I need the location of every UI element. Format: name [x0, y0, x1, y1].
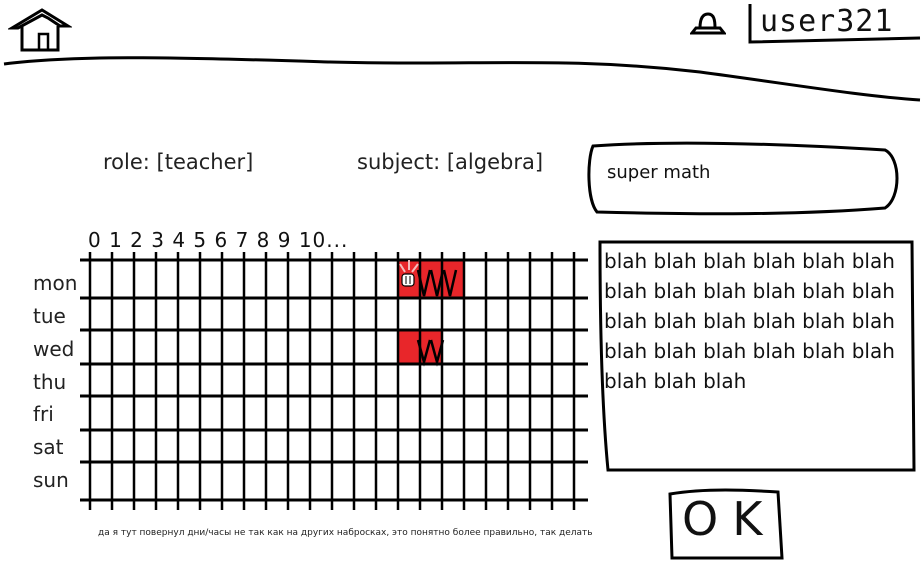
ok-button[interactable]: OK	[666, 486, 784, 562]
day-label-thu: thu	[33, 370, 67, 394]
title-input[interactable]	[605, 158, 879, 186]
ok-label: OK	[682, 492, 777, 546]
header-divider	[3, 56, 921, 102]
day-label-sun: sun	[33, 468, 69, 492]
user-icon	[690, 6, 726, 36]
day-label-fri: fri	[33, 402, 54, 426]
day-label-sat: sat	[33, 435, 64, 459]
role-label[interactable]: role: [teacher]	[103, 150, 253, 174]
description-text: blah blah blah blah blah blah blah blah …	[604, 249, 895, 393]
username-label: user321	[760, 4, 894, 39]
title-field[interactable]	[585, 140, 903, 220]
day-label-wed: wed	[33, 337, 75, 361]
subject-label[interactable]: subject: [algebra]	[357, 150, 543, 174]
day-label-tue: tue	[33, 304, 66, 328]
day-label-mon: mon	[33, 271, 78, 295]
description-field[interactable]: blah blah blah blah blah blah blah blah …	[596, 238, 918, 474]
schedule-grid[interactable]	[80, 248, 590, 518]
sketch-note: да я тут повернул дни/часы не так как на…	[98, 528, 593, 538]
selected-slot[interactable]	[398, 330, 420, 364]
